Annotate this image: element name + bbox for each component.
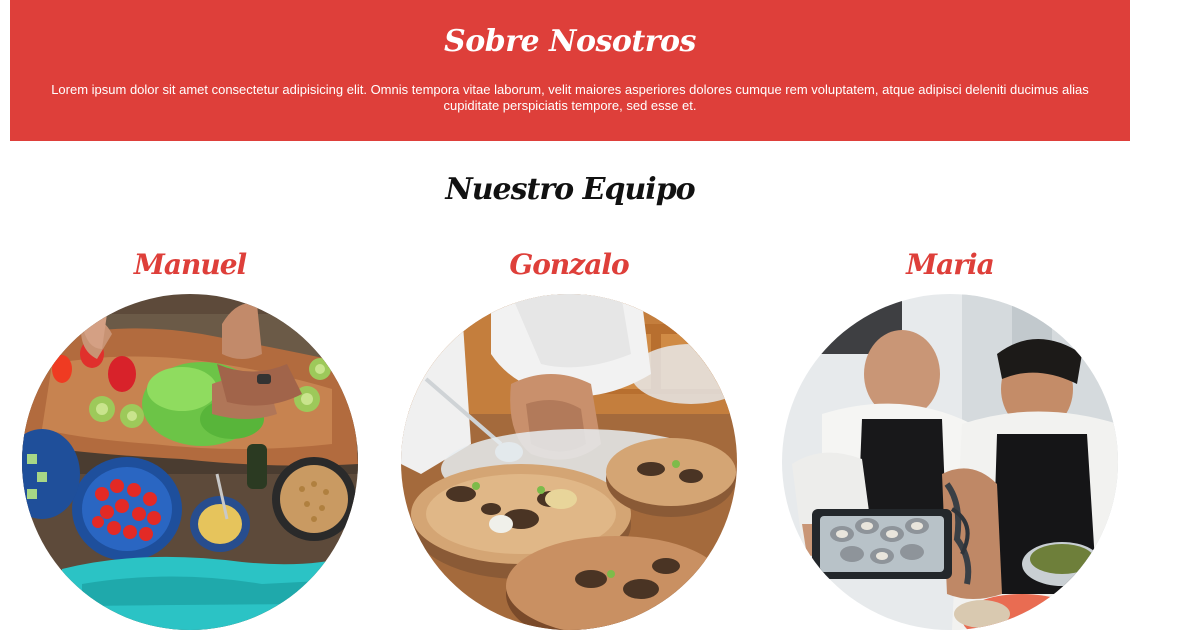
- team-title: Nuestro Equipo: [445, 172, 695, 207]
- about-title: Sobre Nosotros: [444, 24, 696, 59]
- member-name: Manuel: [133, 248, 247, 281]
- chefs-oysters-photo: [782, 294, 1118, 630]
- member-name: Gonzalo: [509, 248, 629, 281]
- team-member-gonzalo: Gonzalo: [399, 240, 739, 630]
- about-banner: Sobre Nosotros Lorem ipsum dolor sit ame…: [10, 0, 1130, 141]
- team-member-maria: Maria: [780, 240, 1120, 630]
- member-name: Maria: [906, 248, 995, 281]
- team-member-manuel: Manuel: [20, 240, 360, 630]
- plating-dishes-photo: [401, 294, 737, 630]
- vegetables-prep-photo: [22, 294, 358, 630]
- about-text: Lorem ipsum dolor sit amet consectetur a…: [51, 82, 1089, 113]
